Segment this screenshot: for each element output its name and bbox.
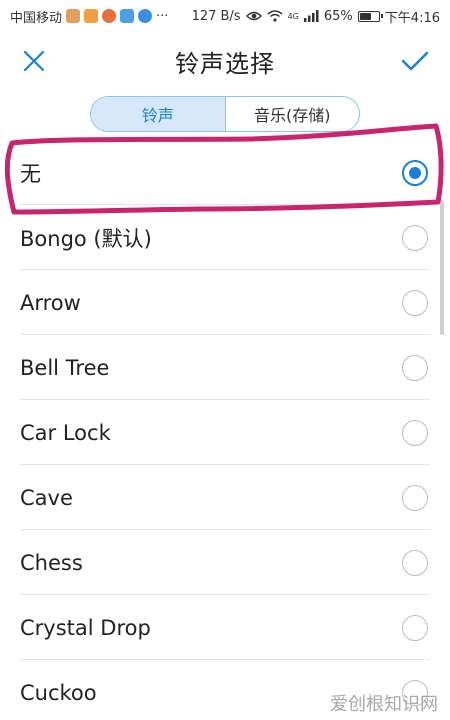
app-notification-icon — [66, 9, 81, 23]
radio-unselected[interactable] — [402, 615, 428, 641]
list-item-label: Car Lock — [20, 420, 111, 445]
more-notifications: ··· — [156, 8, 169, 24]
tab-music-storage[interactable]: 音乐(存储) — [226, 97, 360, 131]
watermark: 爱创根知识网 — [330, 694, 438, 715]
app-notification-icon — [102, 9, 117, 23]
list-item-label: Arrow — [20, 290, 81, 315]
radio-unselected[interactable] — [402, 485, 428, 511]
app-notification-icon — [84, 9, 99, 23]
battery-icon — [357, 10, 383, 22]
radio-selected[interactable] — [402, 160, 428, 186]
app-notification-icon — [120, 9, 135, 23]
title-bar: 铃声选择 — [0, 32, 450, 90]
network-speed: 127 B/s — [191, 8, 241, 24]
list-item-bell-tree[interactable]: Bell Tree — [0, 335, 450, 400]
list-item-chess[interactable]: Chess — [0, 530, 450, 595]
list-item-none[interactable]: 无 — [0, 140, 450, 205]
radio-unselected[interactable] — [402, 420, 428, 446]
radio-unselected[interactable] — [402, 290, 428, 316]
list-item-label: Cuckoo — [20, 680, 97, 705]
battery-percent: 65% — [323, 8, 353, 24]
radio-unselected[interactable] — [402, 550, 428, 576]
eye-icon — [245, 11, 262, 21]
ringtone-list: 无 Bongo (默认) Arrow Bell Tree Car Lock Ca… — [0, 140, 450, 720]
list-item-bongo[interactable]: Bongo (默认) — [0, 205, 450, 270]
signal-icon — [303, 10, 319, 22]
close-icon[interactable] — [20, 47, 48, 75]
status-bar-left: 中国移动 ··· — [10, 7, 168, 26]
list-item-car-lock[interactable]: Car Lock — [0, 400, 450, 465]
clock: 下午4:16 — [384, 10, 440, 26]
battery-level — [359, 12, 371, 20]
list-item-arrow[interactable]: Arrow — [0, 270, 450, 335]
list-item-label: Bongo (默认) — [20, 226, 152, 251]
radio-unselected[interactable] — [402, 355, 428, 381]
radio-unselected[interactable] — [402, 225, 428, 251]
scrollbar[interactable] — [440, 200, 444, 335]
list-item-label: Chess — [20, 550, 83, 575]
wifi-icon — [267, 10, 283, 22]
list-item-cave[interactable]: Cave — [0, 465, 450, 530]
status-bar-right: 127 B/s 4G 65% 下午4:16 — [192, 7, 440, 26]
list-item-label: Bell Tree — [20, 355, 110, 380]
check-icon[interactable] — [400, 47, 430, 75]
carrier-name: 中国移动 — [10, 10, 63, 26]
status-bar: 中国移动 ··· 127 B/s 4G 65% 下午4:16 — [0, 0, 450, 32]
app-notification-icon — [138, 9, 153, 23]
page-title: 铃声选择 — [175, 49, 275, 78]
list-item-crystal-drop[interactable]: Crystal Drop — [0, 595, 450, 660]
tab-ringtones[interactable]: 铃声 — [91, 97, 226, 131]
list-item-label: Cave — [20, 485, 73, 510]
list-item-label: 无 — [20, 161, 41, 186]
network-type: 4G — [287, 11, 299, 21]
ringtone-source-tabs: 铃声 音乐(存储) — [90, 96, 360, 132]
list-item-label: Crystal Drop — [20, 615, 151, 640]
